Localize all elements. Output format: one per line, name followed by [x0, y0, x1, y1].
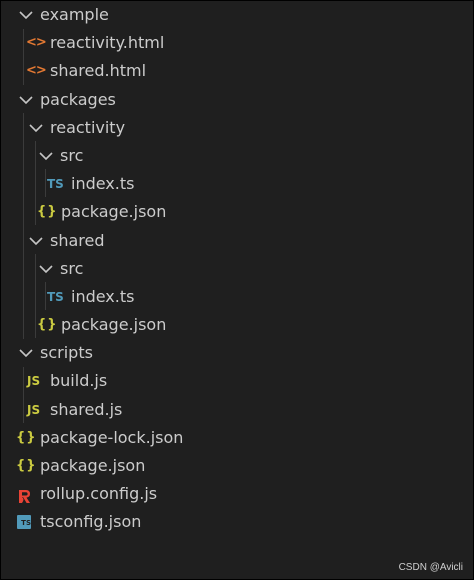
chevron-down-icon[interactable] — [19, 1, 33, 29]
tree-item-label: src — [60, 145, 84, 165]
watermark: CSDN @Avicli — [398, 562, 463, 573]
tree-item-package-json[interactable]: {} package.json — [1, 452, 473, 480]
tree-item-shared-html[interactable]: <> shared.html — [1, 57, 473, 85]
tree-item-index-ts[interactable]: TS index.ts — [1, 170, 473, 198]
chevron-down-icon[interactable] — [39, 255, 53, 283]
tree-item-package-lock-json[interactable]: {} package-lock.json — [1, 424, 473, 452]
tree-item-build-js[interactable]: JS build.js — [1, 367, 473, 395]
tree-item-label: shared — [50, 230, 105, 250]
tree-item-label: reactivity — [50, 117, 126, 137]
javascript-file-icon: JS — [27, 374, 41, 389]
javascript-file-icon: JS — [27, 402, 41, 417]
tree-item-package-json[interactable]: {} package.json — [1, 311, 473, 339]
tree-item-src[interactable]: src — [1, 142, 473, 170]
tree-item-package-json[interactable]: {} package.json — [1, 198, 473, 226]
tree-item-shared-folder[interactable]: shared — [1, 227, 473, 255]
tree-item-label: shared.html — [50, 61, 147, 81]
tree-item-label: build.js — [50, 371, 108, 391]
tree-item-index-ts[interactable]: TS index.ts — [1, 283, 473, 311]
json-file-icon: {} — [37, 317, 58, 333]
tree-item-example[interactable]: example — [1, 1, 473, 29]
typescript-file-icon: TS — [47, 289, 64, 304]
tree-item-tsconfig-json[interactable]: TS tsconfig.json — [1, 508, 473, 536]
tree-item-label: shared.js — [50, 399, 123, 419]
tree-item-label: package.json — [61, 315, 167, 335]
tree-item-rollup-config-js[interactable]: rollup.config.js — [1, 480, 473, 508]
tree-item-label: tsconfig.json — [40, 512, 142, 532]
tree-item-label: index.ts — [71, 286, 135, 306]
tree-item-scripts[interactable]: scripts — [1, 339, 473, 367]
tree-item-label: example — [40, 5, 109, 24]
tree-item-label: rollup.config.js — [40, 484, 158, 504]
json-file-icon: {} — [16, 458, 37, 473]
chevron-down-icon[interactable] — [19, 86, 33, 114]
tsconfig-glyph: TS — [17, 515, 31, 530]
html-file-icon: <> — [26, 63, 47, 79]
tree-item-label: scripts — [40, 343, 93, 363]
chevron-down-icon[interactable] — [29, 227, 43, 255]
tree-item-label: index.ts — [71, 174, 135, 194]
tree-item-label: reactivity.html — [50, 33, 165, 53]
tree-item-shared-js[interactable]: JS shared.js — [1, 396, 473, 424]
tree-item-src[interactable]: src — [1, 255, 473, 283]
rollup-file-icon — [17, 487, 31, 504]
chevron-down-icon[interactable] — [29, 114, 43, 142]
tree-item-label: package.json — [40, 456, 146, 475]
tree-item-reactivity-folder[interactable]: reactivity — [1, 114, 473, 142]
tsconfig-file-icon: TS — [17, 508, 31, 536]
html-file-icon: <> — [26, 35, 47, 51]
json-file-icon: {} — [37, 204, 58, 220]
tree-item-packages[interactable]: packages — [1, 86, 473, 114]
explorer-panel: example <> reactivity.html <> shared.htm… — [0, 0, 474, 580]
tree-item-label: package.json — [61, 202, 167, 222]
tree-item-label: package-lock.json — [40, 427, 184, 447]
chevron-down-icon[interactable] — [19, 339, 33, 367]
tree-item-label: src — [60, 258, 84, 278]
tree-item-reactivity-html[interactable]: <> reactivity.html — [1, 29, 473, 57]
json-file-icon: {} — [16, 429, 37, 445]
typescript-file-icon: TS — [47, 177, 64, 192]
tree-item-label: packages — [40, 89, 116, 109]
chevron-down-icon[interactable] — [39, 142, 53, 170]
file-tree: example <> reactivity.html <> shared.htm… — [1, 1, 473, 537]
